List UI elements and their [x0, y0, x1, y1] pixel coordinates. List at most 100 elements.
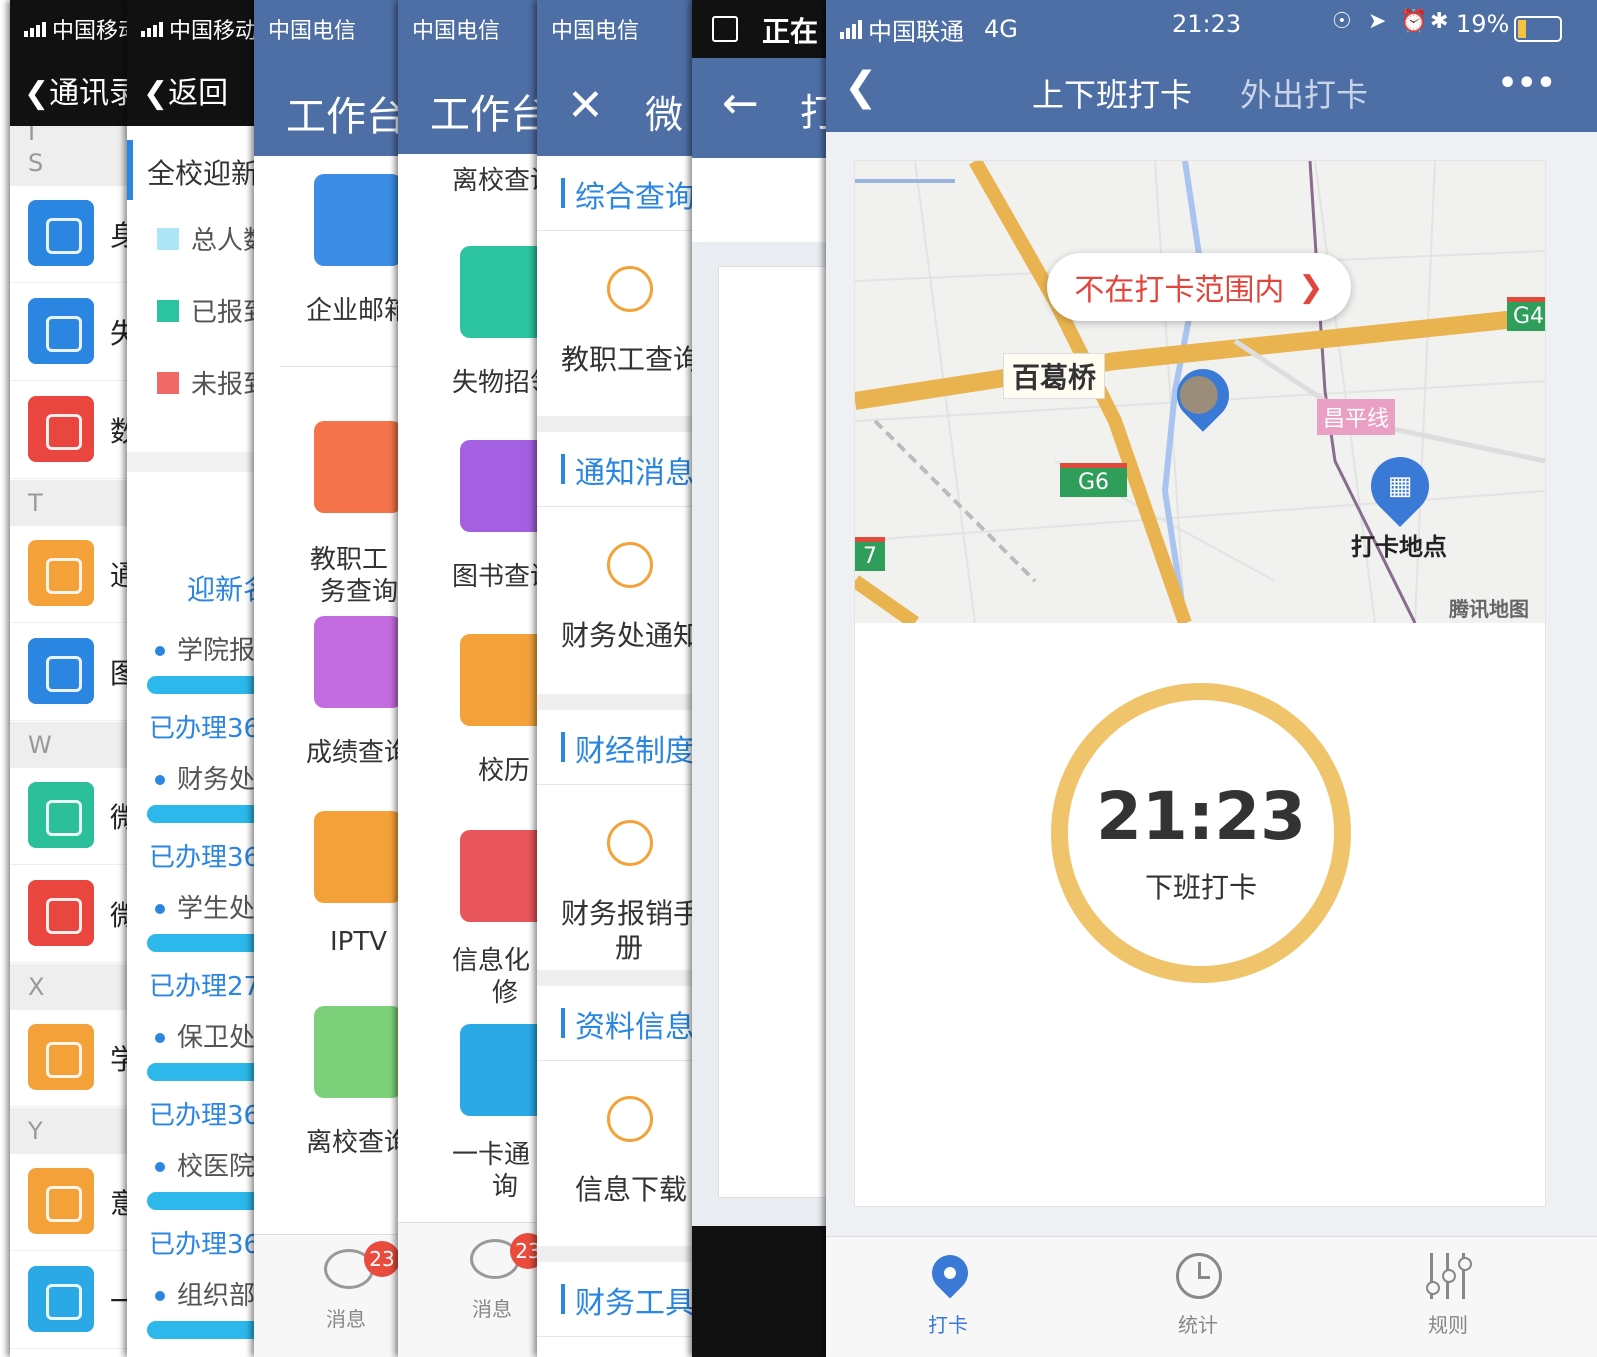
sliders-icon [1426, 1253, 1472, 1299]
manual-icon [607, 820, 653, 866]
tab-messages[interactable]: 消息 [472, 1293, 512, 1322]
bullet-icon [155, 1291, 165, 1301]
finance-item[interactable]: 财务报销手册 [537, 792, 707, 972]
header-area [692, 158, 842, 242]
bullet-icon [155, 646, 165, 656]
money-bag-icon [314, 421, 402, 513]
section-header: 财经制度 [537, 710, 707, 785]
back-chevron-icon[interactable]: ❮ [844, 64, 878, 110]
section-header: 财务工具 [537, 1262, 707, 1337]
search-doc-icon [28, 298, 94, 364]
section-header: 综合查询 [537, 156, 707, 231]
map[interactable]: 不在打卡范围内 ❯ 百葛桥 G4 G6 7 昌平线 ▦ 打卡地点 腾讯地图 [855, 161, 1545, 623]
location-pin-icon [924, 1247, 976, 1299]
processed-count: 已办理36 [149, 1230, 261, 1260]
section-header: 资料信息 [537, 986, 707, 1061]
tools-icon [460, 830, 548, 922]
section-header: 通知消息 [537, 432, 707, 507]
app-label: 企业邮箱 [306, 296, 411, 326]
department-name: 财务处 [177, 765, 256, 795]
more-icon[interactable]: ••• [1498, 66, 1556, 101]
tab-field-clock-in[interactable]: 外出打卡 [1240, 70, 1368, 116]
department-name: 学生处 [177, 894, 256, 924]
tab-rules[interactable]: 规则 [1406, 1243, 1496, 1353]
legend-item: 未报到 [157, 364, 269, 401]
status-bar: 中国电信 [537, 0, 707, 58]
title-accent [127, 140, 133, 200]
battery-label: 19% [1456, 10, 1510, 38]
unread-badge: 23 [364, 1241, 400, 1277]
tab-clock-in-out[interactable]: 上下班打卡 [1032, 70, 1192, 116]
grade-icon [314, 616, 402, 708]
back-arrow-icon[interactable]: ← [722, 78, 759, 129]
content-card [718, 266, 842, 1198]
map-attribution: 腾讯地图 [1449, 597, 1529, 621]
bell-icon [607, 542, 653, 588]
bullet-icon [155, 775, 165, 785]
calendar-icon [460, 634, 548, 726]
clock-label: 下班打卡 [1144, 871, 1257, 904]
chevron-left-icon: ❮ [24, 76, 50, 111]
notice-icon [28, 540, 94, 606]
carrier-label: 中国电信 [551, 19, 640, 44]
rotation-lock-icon: ☉ [1332, 9, 1352, 34]
checkin-point-icon[interactable]: ▦ [1358, 444, 1442, 528]
legend-swatch [157, 299, 179, 322]
processed-count: 已办理36 [149, 1101, 261, 1131]
section-gap [537, 694, 707, 710]
feedback-icon [28, 1168, 94, 1234]
card-icon [28, 1266, 94, 1332]
panel-loading: 正在 ← 打 [692, 0, 842, 1357]
processed-count: 已办理36 [149, 714, 261, 744]
legend-item: 总人数 [157, 220, 269, 257]
place-label: 百葛桥 [1003, 353, 1106, 399]
back-button[interactable]: ❮通讯录 [24, 68, 139, 112]
chevron-right-icon: ❯ [1298, 269, 1324, 305]
section-gap [537, 416, 707, 432]
metro-line-label: 昌平线 [1317, 399, 1396, 435]
finance-item[interactable]: 信息下载 [537, 1068, 707, 1248]
processed-count: 已办理27 [149, 972, 261, 1002]
clock-in-button[interactable]: 21:23 下班打卡 [1051, 683, 1351, 983]
alarm-icon: ⏰ [1400, 9, 1428, 34]
app-label: IPTV [330, 927, 388, 957]
battery-icon [1514, 16, 1562, 42]
bottom-tab-bar: 打卡 统计 规则 [826, 1236, 1597, 1357]
message-icon [28, 200, 94, 266]
graduate-icon [314, 1006, 402, 1098]
status-text: 正在 [762, 15, 819, 48]
tab-clock-in[interactable]: 打卡 [906, 1243, 996, 1353]
location-arrow-icon: ➤ [1368, 9, 1387, 34]
chart-icon [28, 396, 94, 462]
network-label: 4G [984, 15, 1018, 43]
section-gap [537, 1246, 707, 1262]
app-label: 离校查询 [306, 1128, 411, 1158]
nav-bar: ← 打 [692, 58, 842, 158]
status-time: 21:23 [1172, 10, 1242, 38]
carrier-label: 中国电信 [412, 19, 501, 44]
bluetooth-icon: ✱ [1430, 9, 1449, 34]
clock-icon [1176, 1253, 1222, 1299]
close-icon[interactable]: ✕ [567, 80, 604, 131]
signal-icon [24, 21, 46, 37]
finance-item[interactable]: 教职工查询 [537, 238, 707, 418]
finance-item[interactable]: 财务处通知 [537, 514, 707, 694]
section-gap [537, 970, 707, 986]
card-icon [460, 1024, 548, 1116]
out-of-range-bubble[interactable]: 不在打卡范围内 ❯ [1047, 253, 1351, 321]
app-label: 校历 [478, 756, 531, 786]
bullet-icon [155, 1162, 165, 1172]
clock-card: 不在打卡范围内 ❯ 百葛桥 G4 G6 7 昌平线 ▦ 打卡地点 腾讯地图 21:… [854, 160, 1546, 1207]
back-button[interactable]: ❮返回 [143, 68, 228, 112]
processed-count: 已办理36 [149, 843, 261, 873]
yen-search-icon [607, 266, 653, 312]
panel-attendance: 中国联通 4G 21:23 ☉ ➤ ⏰ ✱ 19% ❮ 上下班打卡 外出打卡 •… [826, 0, 1597, 1357]
nav-bar: ✕ 微 [537, 58, 707, 156]
legend-item: 已报到 [157, 292, 269, 329]
tab-messages[interactable]: 消息 [326, 1303, 366, 1332]
tab-statistics[interactable]: 统计 [1156, 1243, 1246, 1353]
status-bar: 中国联通 4G 21:23 ☉ ➤ ⏰ ✱ 19% [826, 0, 1597, 58]
highway-g4-shield: G4 [1507, 297, 1545, 331]
signal-icon [141, 21, 163, 37]
page-title: 全校迎新 [147, 157, 260, 190]
